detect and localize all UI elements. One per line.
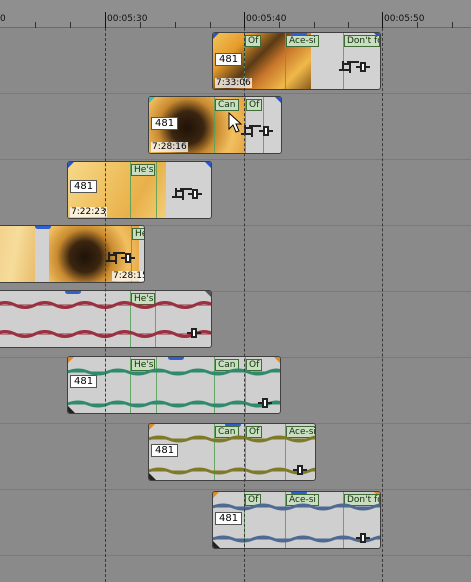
take-name: 481 [70,180,98,193]
audio-waveform [213,503,380,511]
event-corner-handle[interactable] [205,162,211,168]
video-thumbnail [0,226,35,282]
event-fx-icon[interactable] [356,532,370,544]
event-fx-icon[interactable] [293,464,307,476]
audio-event-1[interactable]: He's [0,290,212,348]
take-name: 481 [151,117,179,130]
event-fx-icon[interactable] [259,125,273,137]
fx-label[interactable]: Can [215,99,239,111]
crop-icon[interactable] [172,188,184,200]
event-corner-handle[interactable] [213,33,219,39]
event-corner-handle[interactable] [149,424,155,430]
video-event-2[interactable]: Can Of 481 7:28:16 [148,96,282,154]
fx-label[interactable]: He's [131,164,155,176]
event-handle[interactable] [65,291,81,294]
ruler-label: 00:05:30 [107,14,148,24]
event-handle[interactable] [168,357,184,360]
event-fx-icon[interactable] [121,252,135,264]
event-fx-icon[interactable] [258,397,272,409]
event-corner-handle[interactable] [205,291,211,297]
audio-waveform [149,467,315,475]
crop-icon[interactable] [339,61,351,73]
event-corner-handle[interactable] [149,97,155,103]
audio-event-4[interactable]: Of Ace-si Don't fo 481 [212,491,381,549]
fade-handle[interactable] [213,541,220,548]
audio-waveform [68,368,280,376]
mouse-cursor-icon [228,111,243,133]
audio-event-3[interactable]: Can Of Ace-si 481 [148,423,316,481]
event-corner-handle[interactable] [275,97,281,103]
crop-icon[interactable] [105,252,117,264]
event-handle[interactable] [35,226,51,229]
ruler-label: 00:05:50 [384,14,425,24]
fx-label[interactable]: Of [246,99,263,111]
ruler-tick [382,12,383,28]
ruler-tick [105,12,106,28]
audio-waveform [0,330,211,338]
event-corner-handle[interactable] [68,162,74,168]
fade-handle[interactable] [149,473,156,480]
event-fx-icon[interactable] [187,327,201,339]
event-corner-handle[interactable] [274,357,280,363]
audio-event-2[interactable]: He's Can Of 481 [67,356,281,414]
marker-line [156,162,157,218]
timecode: 7:28:15 [112,271,144,281]
fx-label[interactable]: He [132,228,144,240]
timecode: 7:33:06 [215,78,252,88]
video-event-4[interactable]: He 7:28:15 [0,225,145,283]
audio-waveform [0,301,211,309]
event-corner-handle[interactable] [213,492,219,498]
video-event-3[interactable]: He's 481 7:22:23 [67,161,212,219]
event-handle[interactable] [291,33,307,36]
fx-label[interactable]: Of [245,35,262,47]
fx-label[interactable]: Ace-si [286,35,319,47]
event-fx-icon[interactable] [188,188,202,200]
audio-waveform [68,400,280,408]
event-corner-handle[interactable] [68,357,74,363]
audio-waveform [149,435,315,443]
timeline-ruler[interactable]: 0 00:05:30 00:05:40 00:05:50 [0,0,471,28]
fx-label[interactable]: Don't fo [344,35,380,47]
fade-handle[interactable] [68,406,75,413]
timecode: 7:28:16 [151,142,188,152]
event-fx-icon[interactable] [356,61,370,73]
video-event-1[interactable]: Of Ace-si Don't fo 481 7:33:06 [212,32,381,90]
take-name: 481 [215,53,243,66]
ruler-label: 00:05:40 [246,14,287,24]
ruler-tick [244,12,245,28]
ruler-label: 0 [0,14,6,24]
timecode: 7:22:23 [70,207,107,217]
